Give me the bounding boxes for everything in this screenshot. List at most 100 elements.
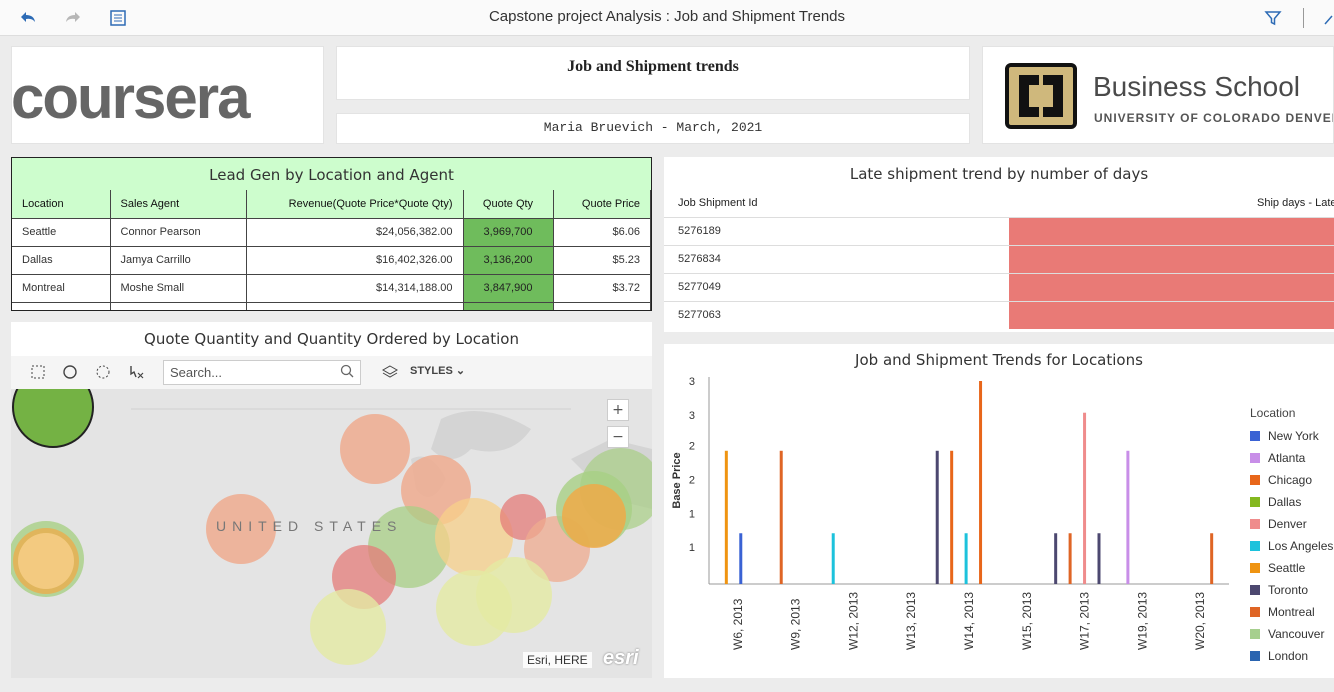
legend-item[interactable]: Dallas — [1250, 495, 1333, 517]
legend-item[interactable]: Seattle — [1250, 561, 1333, 583]
late-bar — [1009, 274, 1334, 301]
layers-icon[interactable] — [381, 364, 399, 382]
chart-bar — [739, 533, 743, 584]
legend-label: London — [1268, 649, 1309, 663]
chart-bar — [935, 450, 939, 584]
cell-price: $6.06 — [553, 218, 651, 247]
cell-price: $5.23 — [553, 246, 651, 275]
search-icon[interactable] — [340, 364, 354, 381]
map-panel: Quote Quantity and Quantity Ordered by L… — [11, 322, 652, 678]
legend-item[interactable]: Montreal — [1250, 605, 1333, 627]
y-tick-label: 2 — [689, 474, 695, 486]
legend-item[interactable]: Vancouver — [1250, 627, 1333, 649]
legend-swatch — [1250, 519, 1260, 529]
chart-bar — [1083, 412, 1087, 584]
table-row[interactable] — [12, 302, 651, 310]
legend-swatch — [1250, 651, 1260, 661]
map-bubble[interactable] — [340, 414, 410, 484]
page-title: Capstone project Analysis : Job and Ship… — [488, 8, 846, 25]
chevron-down-icon: ⌄ — [455, 365, 466, 377]
legend-item[interactable]: Denver — [1250, 517, 1333, 539]
map-bubble[interactable] — [18, 533, 74, 589]
legend-label: Dallas — [1268, 495, 1302, 509]
legend-label: Los Angeles — [1268, 539, 1334, 553]
late-bar — [1009, 218, 1334, 245]
report-title: Job and Shipment trends — [567, 58, 739, 75]
late-row[interactable]: 5276189 — [664, 217, 1334, 245]
legend-label: Atlanta — [1268, 451, 1306, 465]
legend-item[interactable]: New York — [1250, 429, 1333, 451]
styles-dropdown[interactable]: STYLES ⌄ — [410, 364, 465, 377]
table-row[interactable]: Dallas Jamya Carrillo $16,402,326.00 3,1… — [12, 246, 651, 275]
col-ship-days-late[interactable]: Ship days - Late — [1257, 197, 1334, 209]
legend-swatch — [1250, 453, 1260, 463]
esri-logo: esri — [603, 647, 639, 669]
legend-item[interactable]: Los Angeles — [1250, 539, 1333, 561]
legend-swatch — [1250, 475, 1260, 485]
map-title: Quote Quantity and Quantity Ordered by L… — [144, 330, 519, 348]
cell-revenue: $16,402,326.00 — [246, 246, 464, 275]
legend-item[interactable]: Toronto — [1250, 583, 1333, 605]
legend-swatch — [1250, 431, 1260, 441]
filter-icon[interactable] — [1263, 8, 1283, 28]
toolbar-divider — [1303, 8, 1304, 28]
late-bar — [1009, 246, 1334, 273]
col-sales-agent[interactable]: Sales Agent — [110, 190, 247, 219]
legend-swatch — [1250, 497, 1260, 507]
late-row[interactable]: 5277063 — [664, 301, 1334, 329]
col-job-shipment-id[interactable]: Job Shipment Id — [678, 197, 758, 209]
chart-icon[interactable] — [1322, 8, 1334, 28]
map-bubble[interactable] — [436, 570, 512, 646]
coursera-logo-panel: coursera — [11, 46, 324, 144]
zoom-out-button[interactable]: − — [607, 426, 629, 448]
y-tick-label: 1 — [689, 508, 695, 520]
map-canvas[interactable]: UNITED STATES + − Esri, HERE esri — [11, 389, 652, 678]
table-header-row: Location Sales Agent Revenue(Quote Price… — [12, 190, 651, 219]
late-row[interactable]: 5276834 — [664, 245, 1334, 273]
map-bubble[interactable] — [310, 589, 386, 665]
map-search-input[interactable]: Search... — [163, 360, 361, 385]
cell-revenue: $24,056,382.00 — [246, 218, 464, 247]
legend-swatch — [1250, 607, 1260, 617]
legend-item[interactable]: Atlanta — [1250, 451, 1333, 473]
col-quote-price[interactable]: Quote Price — [553, 190, 651, 219]
legend-item[interactable]: London — [1250, 649, 1333, 671]
legend-item[interactable]: Chicago — [1250, 473, 1333, 495]
table-row[interactable]: Montreal Moshe Small $14,314,188.00 3,84… — [12, 274, 651, 303]
shipment-id: 5277063 — [678, 309, 721, 321]
x-tick-label: W19, 2013 — [1135, 592, 1149, 650]
col-location[interactable]: Location — [12, 190, 111, 219]
chart-bar — [1068, 533, 1072, 584]
chart-bar — [831, 533, 835, 584]
legend-label: Toronto — [1268, 583, 1309, 597]
lead-gen-table: Location Sales Agent Revenue(Quote Price… — [12, 190, 651, 310]
lasso-select-icon[interactable] — [94, 364, 112, 382]
table-row[interactable]: Seattle Connor Pearson $24,056,382.00 3,… — [12, 218, 651, 247]
chart-title: Job and Shipment Trends for Locations — [855, 351, 1143, 369]
coursera-logo: coursera — [11, 64, 250, 131]
legend-items: New York Atlanta Chicago Dallas Denver Los An… — [1250, 429, 1333, 671]
x-tick-label: W9, 2013 — [789, 598, 803, 650]
x-tick-label: W15, 2013 — [1020, 592, 1034, 650]
report-title-panel: Job and Shipment trends — [336, 46, 970, 100]
lead-gen-table-panel: Lead Gen by Location and Agent Location … — [11, 157, 652, 311]
zoom-in-button[interactable]: + — [607, 399, 629, 421]
y-tick-label: 3 — [689, 376, 695, 388]
cell-qty: 3,847,900 — [463, 274, 554, 303]
col-revenue[interactable]: Revenue(Quote Price*Quote Qty) — [246, 190, 464, 219]
circle-select-icon[interactable] — [61, 364, 79, 382]
chart-bar — [779, 450, 783, 584]
col-quote-qty[interactable]: Quote Qty — [463, 190, 554, 219]
late-row[interactable]: 5277049 — [664, 273, 1334, 301]
shipment-id: 5276189 — [678, 225, 721, 237]
clear-selection-icon[interactable] — [127, 364, 145, 382]
late-shipment-panel: Late shipment trend by number of days Jo… — [664, 157, 1334, 332]
legend-label: Denver — [1268, 517, 1307, 531]
cell-agent: Jamya Carrillo — [110, 246, 247, 275]
rectangle-select-icon[interactable] — [29, 364, 47, 382]
map-bubble[interactable] — [562, 484, 626, 548]
map-bubble[interactable] — [12, 389, 94, 448]
chart-legend: Location New York Atlanta Chicago Dallas Den… — [1250, 406, 1333, 671]
map-attribution: Esri, HERE — [523, 652, 592, 668]
cu-name: Business School — [1093, 71, 1301, 102]
